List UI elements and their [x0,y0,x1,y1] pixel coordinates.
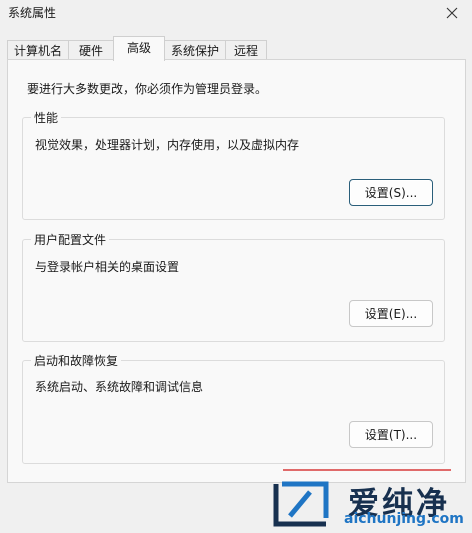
close-icon [446,7,458,19]
tab-advanced[interactable]: 高级 [113,36,165,61]
performance-desc: 视觉效果，处理器计划，内存使用，以及虚拟内存 [35,138,300,152]
tab-hardware[interactable]: 硬件 [68,40,114,60]
user-profile-desc: 与登录帐户相关的桌面设置 [35,260,180,274]
admin-notice: 要进行大多数更改，你必须作为管理员登录。 [27,82,268,96]
tab-computer-name[interactable]: 计算机名 [7,40,69,60]
user-profile-settings-button[interactable]: 设置(E)... [349,300,433,327]
performance-group-title: 性能 [31,109,62,126]
close-button[interactable] [432,0,472,26]
tab-bar: 计算机名 硬件 高级 系统保护 远程 [7,36,467,61]
startup-recovery-group-title: 启动和故障恢复 [31,352,122,369]
performance-group: 性能 视觉效果，处理器计划，内存使用，以及虚拟内存 设置(S)... [22,109,445,220]
title-bar: 系统属性 [0,0,472,30]
startup-recovery-desc: 系统启动、系统故障和调试信息 [35,380,204,394]
startup-recovery-settings-button[interactable]: 设置(T)... [349,421,433,448]
watermark-divider [283,469,451,471]
startup-recovery-group: 启动和故障恢复 系统启动、系统故障和调试信息 设置(T)... [22,352,445,464]
user-profile-group: 用户配置文件 与登录帐户相关的桌面设置 设置(E)... [22,231,445,342]
tab-remote[interactable]: 远程 [225,40,267,60]
user-profile-group-title: 用户配置文件 [31,231,110,248]
tab-system-protection[interactable]: 系统保护 [164,40,226,60]
watermark-logo-icon [273,481,329,527]
watermark-url: aichunjing.com [344,511,464,527]
performance-settings-button[interactable]: 设置(S)... [349,179,433,206]
window-title: 系统属性 [8,6,57,20]
